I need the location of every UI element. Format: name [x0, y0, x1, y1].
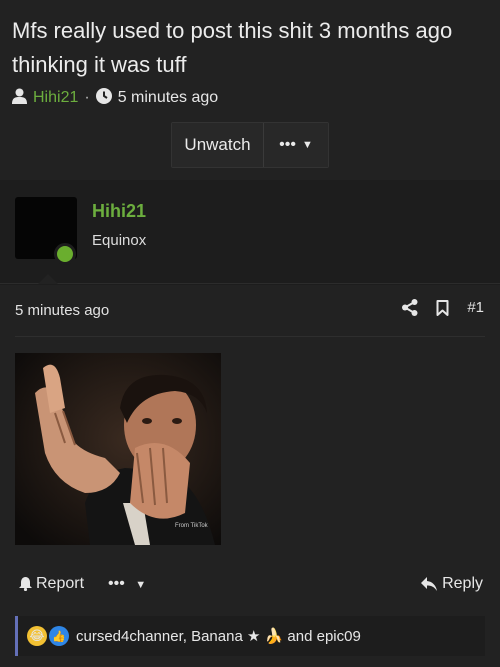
post-user-block: Hihi21 Equinox [0, 180, 500, 284]
online-status-indicator [54, 243, 76, 265]
laugh-reaction-icon: 😂 [27, 626, 47, 646]
post-username[interactable]: Hihi21 [92, 201, 146, 222]
reactions-text[interactable]: cursed4channer, Banana ★ 🍌 and epic09 [76, 627, 361, 645]
post-more-button[interactable]: ••• ▼ [108, 575, 146, 593]
bookmark-icon[interactable] [436, 299, 449, 316]
user-block-pointer [38, 274, 58, 284]
post-main: 5 minutes ago #1 From TikTok Report ••• … [0, 285, 500, 667]
post-image-attachment[interactable]: From TikTok [15, 353, 221, 545]
user-title: Equinox [92, 232, 147, 249]
post-footer: Report ••• ▼ Reply [0, 565, 500, 605]
reply-button[interactable]: Reply [421, 575, 483, 593]
reactions-bar[interactable]: 😂 👍 cursed4channer, Banana ★ 🍌 and epic0… [15, 616, 485, 656]
thread-title: Mfs really used to post this shit 3 mont… [12, 18, 453, 77]
clock-icon [95, 87, 112, 109]
meta-separator: · [84, 89, 90, 106]
warning-icon [19, 577, 32, 591]
caret-down-icon: ▼ [301, 139, 313, 151]
thread-header: Mfs really used to post this shit 3 mont… [0, 0, 500, 180]
report-button[interactable]: Report [19, 575, 84, 593]
thread-meta: Hihi21 · 5 minutes ago [12, 87, 218, 109]
caret-down-icon: ▼ [135, 579, 147, 591]
post: Hihi21 Equinox 5 minutes ago #1 From Tik… [0, 180, 500, 667]
thread-time[interactable]: 5 minutes ago [118, 89, 219, 107]
post-time[interactable]: 5 minutes ago [15, 302, 109, 319]
thread-button-group: Unwatch ••• ▼ [171, 122, 329, 168]
more-dots: ••• [108, 575, 125, 592]
post-number-link[interactable]: #1 [467, 299, 484, 316]
post-actions: #1 [384, 299, 484, 316]
user-icon [12, 88, 27, 109]
reply-label: Reply [442, 575, 483, 592]
image-watermark: From TikTok [175, 523, 209, 529]
thread-author-link[interactable]: Hihi21 [33, 89, 78, 107]
reply-icon [421, 577, 438, 591]
like-reaction-icon: 👍 [49, 626, 69, 646]
divider [15, 336, 485, 337]
thread-more-button[interactable]: ••• ▼ [264, 123, 328, 167]
more-dots: ••• [279, 136, 296, 153]
man-pointing-image: From TikTok [15, 353, 221, 545]
report-label: Report [36, 575, 85, 592]
unwatch-button[interactable]: Unwatch [172, 123, 264, 167]
share-icon[interactable] [402, 299, 418, 316]
